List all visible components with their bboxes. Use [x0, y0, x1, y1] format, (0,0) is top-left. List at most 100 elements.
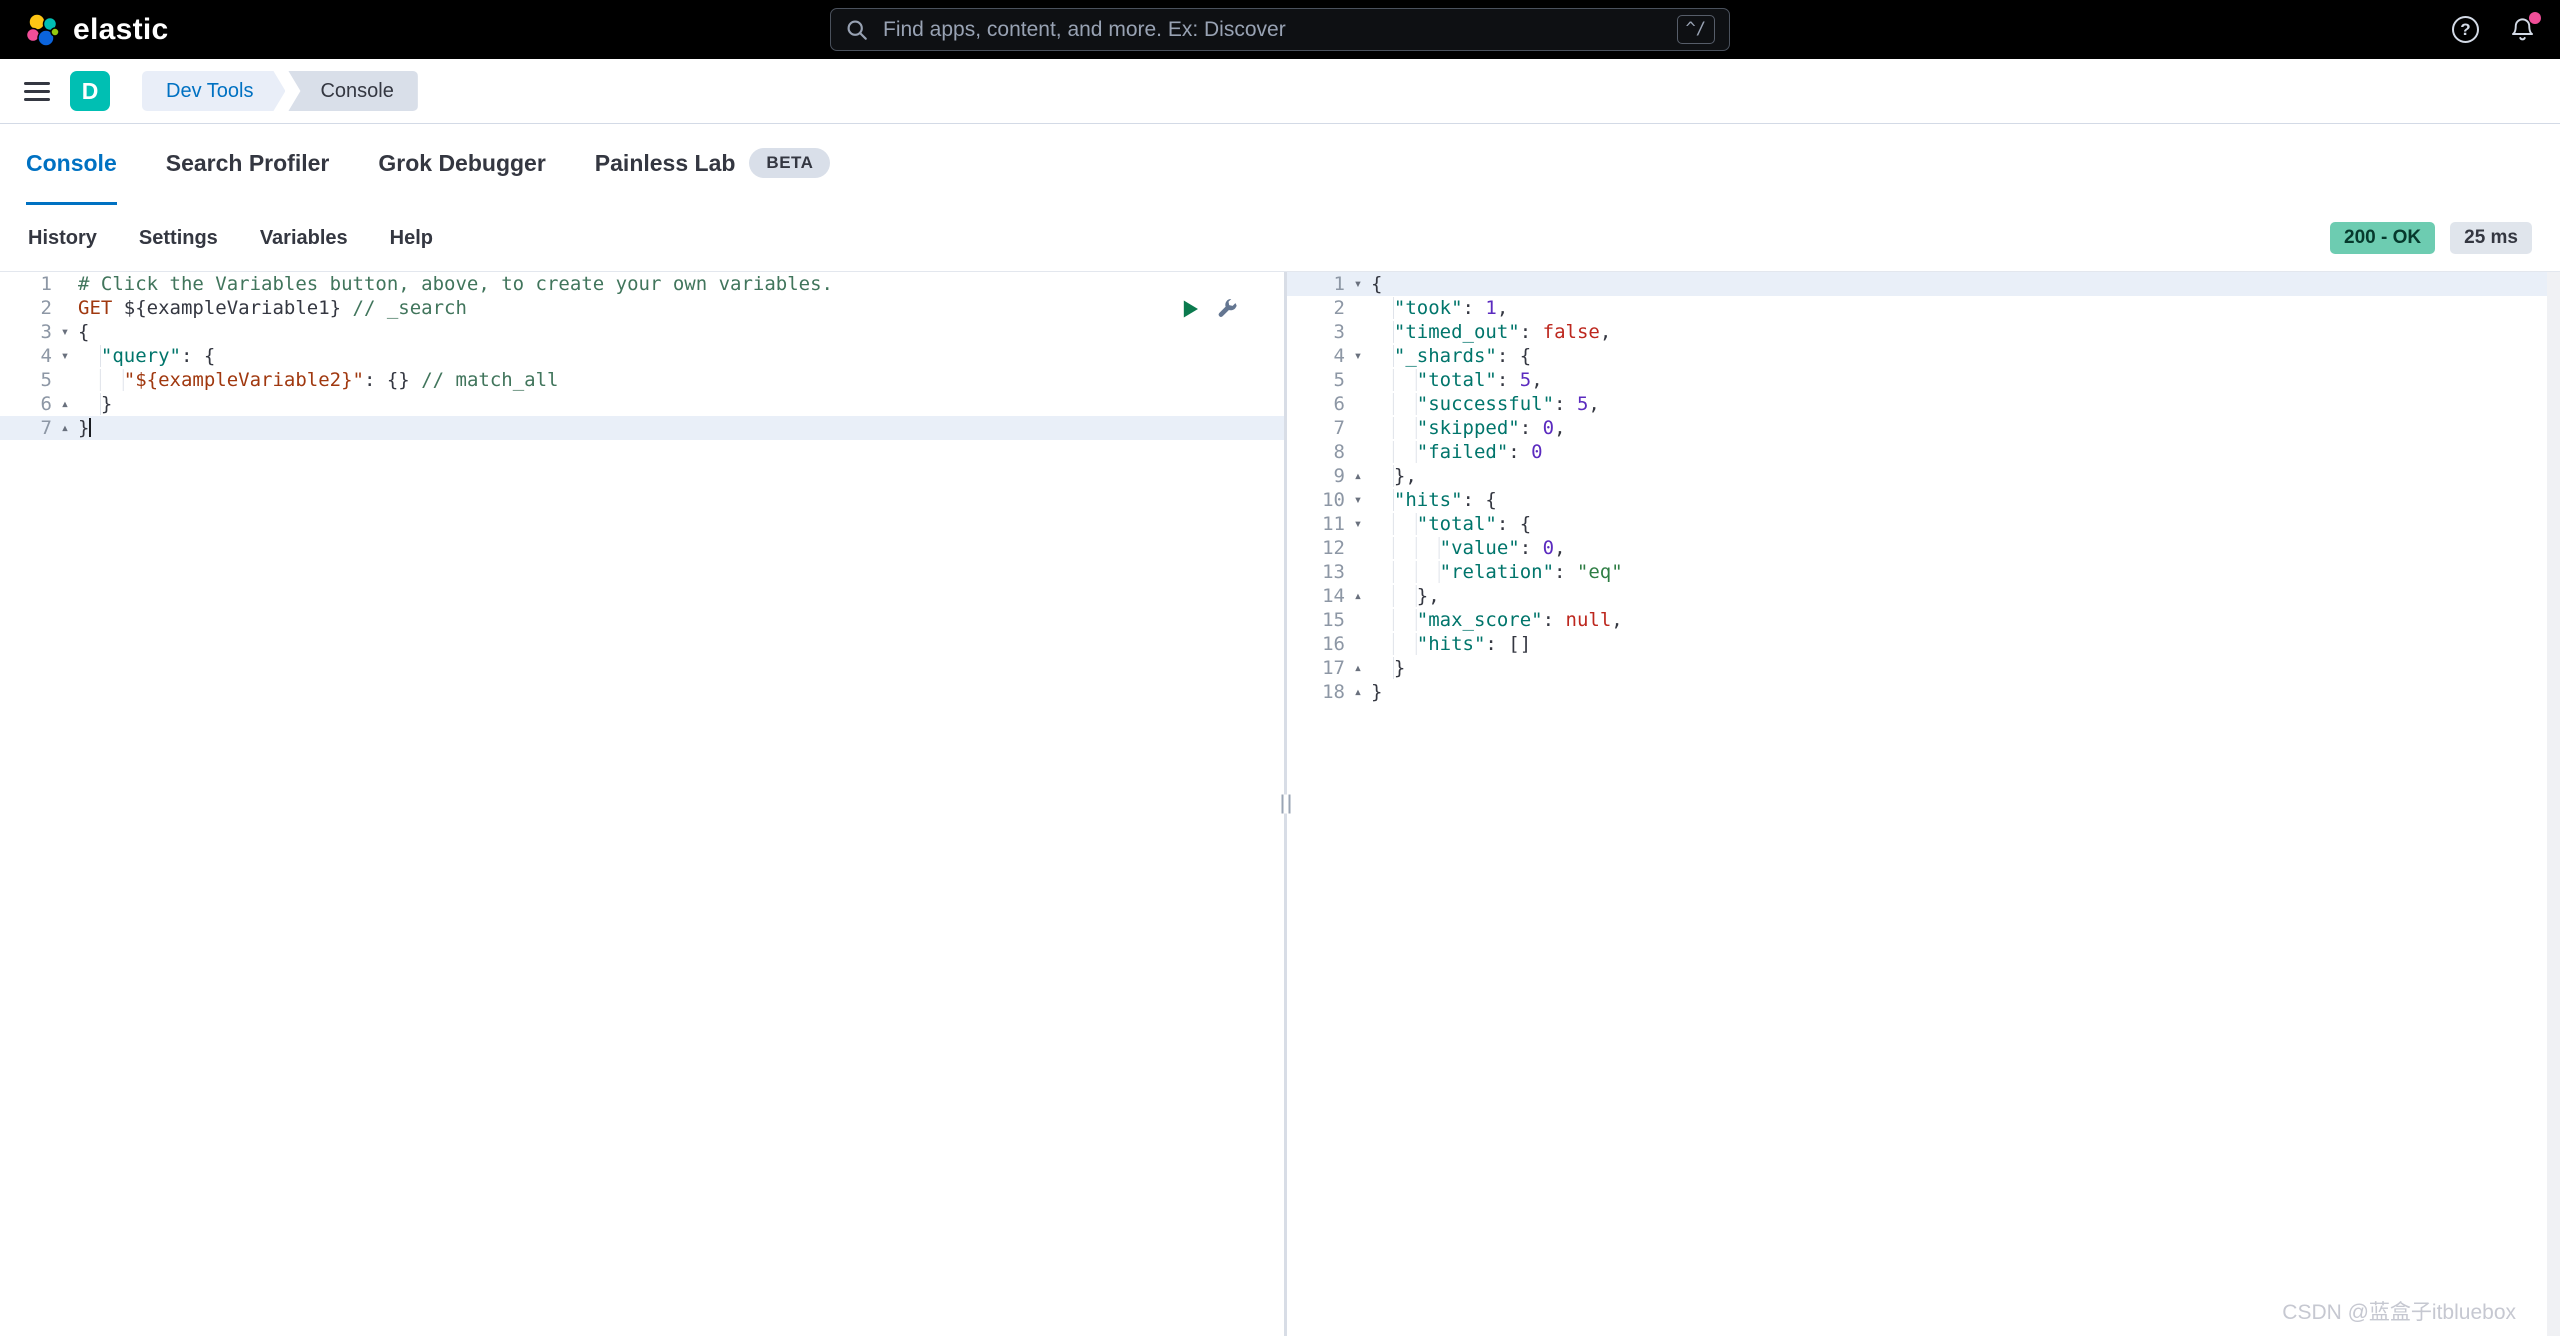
fold-up-icon[interactable]: ▴ — [1345, 680, 1371, 704]
code-line-8: 8 "failed": 0 — [1287, 440, 2560, 464]
code-line-12: 12 "value": 0, — [1287, 536, 2560, 560]
code-line-5: 5 "total": 5, — [1287, 368, 2560, 392]
code-text: } — [1371, 680, 2560, 704]
brand-wordmark: elastic — [73, 13, 169, 47]
gutter: 7▴ — [0, 416, 78, 440]
help-icon[interactable]: ? — [2452, 16, 2479, 43]
fold-down-icon[interactable]: ▾ — [1345, 344, 1371, 368]
notifications-button[interactable] — [2509, 16, 2536, 43]
line-number: 10 — [1287, 488, 1345, 512]
tab-console[interactable]: Console — [26, 124, 117, 205]
code-line-4[interactable]: 4▾ "query": { — [0, 344, 1284, 368]
variables-button[interactable]: Variables — [260, 227, 348, 250]
code-line-5[interactable]: 5 "${exampleVariable2}": {} // match_all — [0, 368, 1284, 392]
code-line-1[interactable]: 1# Click the Variables button, above, to… — [0, 272, 1284, 296]
code-text: } — [78, 416, 1284, 440]
global-search: ^/ — [830, 8, 1730, 51]
fold-up-icon[interactable]: ▴ — [52, 392, 78, 416]
code-line-2[interactable]: 2GET ${exampleVariable1} // _search — [0, 296, 1284, 320]
tab-grok-debugger[interactable]: Grok Debugger — [378, 124, 545, 205]
code-line-3[interactable]: 3▾{ — [0, 320, 1284, 344]
help-button[interactable]: Help — [390, 227, 433, 250]
code-text: }, — [1371, 464, 2560, 488]
breadcrumb-console[interactable]: Console — [288, 71, 417, 111]
global-search-box[interactable]: ^/ — [830, 8, 1730, 51]
fold-up-icon[interactable]: ▴ — [1345, 584, 1371, 608]
tab-painless-lab-label: Painless Lab — [595, 150, 736, 177]
fold-spacer — [1345, 392, 1371, 416]
code-line-6: 6 "successful": 5, — [1287, 392, 2560, 416]
menu-icon[interactable] — [22, 78, 52, 105]
deployment-badge[interactable]: D — [70, 71, 110, 111]
gutter: 18▴ — [1287, 680, 1371, 704]
gutter: 11▾ — [1287, 512, 1371, 536]
line-number: 3 — [1287, 320, 1345, 344]
fold-spacer — [52, 368, 78, 392]
fold-up-icon[interactable]: ▴ — [1345, 464, 1371, 488]
response-scrollbar[interactable] — [2547, 272, 2560, 1336]
code-text: "timed_out": false, — [1371, 320, 2560, 344]
code-line-6[interactable]: 6▴ } — [0, 392, 1284, 416]
fold-spacer — [1345, 368, 1371, 392]
code-text: "value": 0, — [1371, 536, 2560, 560]
gutter: 9▴ — [1287, 464, 1371, 488]
code-text: } — [78, 392, 1284, 416]
code-text: "total": { — [1371, 512, 2560, 536]
wrench-icon — [1216, 298, 1238, 320]
send-request-button[interactable] — [1178, 297, 1201, 320]
header-actions: ? — [2452, 16, 2536, 43]
response-time-badge: 25 ms — [2450, 222, 2532, 254]
line-number: 9 — [1287, 464, 1345, 488]
csdn-watermark: CSDN @蓝盒子itbluebox — [2282, 1296, 2516, 1326]
gutter: 16 — [1287, 632, 1371, 656]
code-text: "hits": { — [1371, 488, 2560, 512]
elastic-brand[interactable]: elastic — [24, 12, 169, 48]
gutter: 5 — [1287, 368, 1371, 392]
request-options-button[interactable] — [1215, 297, 1238, 320]
fold-up-icon[interactable]: ▴ — [1345, 656, 1371, 680]
fold-down-icon[interactable]: ▾ — [52, 344, 78, 368]
history-button[interactable]: History — [28, 227, 97, 250]
fold-spacer — [1345, 320, 1371, 344]
code-text: "hits": [] — [1371, 632, 2560, 656]
line-number: 3 — [0, 320, 52, 344]
code-line-7[interactable]: 7▴} — [0, 416, 1284, 440]
fold-down-icon[interactable]: ▾ — [1345, 512, 1371, 536]
line-number: 18 — [1287, 680, 1345, 704]
fold-down-icon[interactable]: ▾ — [1345, 272, 1371, 296]
fold-down-icon[interactable]: ▾ — [1345, 488, 1371, 512]
global-search-input[interactable] — [881, 17, 1665, 43]
fold-up-icon[interactable]: ▴ — [52, 416, 78, 440]
fold-down-icon[interactable]: ▾ — [52, 320, 78, 344]
code-text: { — [78, 320, 1284, 344]
settings-button[interactable]: Settings — [139, 227, 218, 250]
gutter: 6▴ — [0, 392, 78, 416]
gutter: 6 — [1287, 392, 1371, 416]
code-text: } — [1371, 656, 2560, 680]
code-text: "successful": 5, — [1371, 392, 2560, 416]
fold-spacer — [1345, 608, 1371, 632]
line-number: 8 — [1287, 440, 1345, 464]
line-number: 14 — [1287, 584, 1345, 608]
code-text: "failed": 0 — [1371, 440, 2560, 464]
tab-search-profiler[interactable]: Search Profiler — [166, 124, 330, 205]
code-line-2: 2 "took": 1, — [1287, 296, 2560, 320]
response-pane[interactable]: 1▾{2 "took": 1,3 "timed_out": false,4▾ "… — [1287, 272, 2560, 1336]
line-number: 17 — [1287, 656, 1345, 680]
gutter: 10▾ — [1287, 488, 1371, 512]
code-text: GET ${exampleVariable1} // _search — [78, 296, 1284, 320]
gutter: 4▾ — [0, 344, 78, 368]
play-icon — [1179, 298, 1201, 320]
tab-console-label: Console — [26, 150, 117, 177]
code-text: "query": { — [78, 344, 1284, 368]
code-line-1: 1▾{ — [1287, 272, 2560, 296]
request-pane[interactable]: 1# Click the Variables button, above, to… — [0, 272, 1284, 1336]
fold-spacer — [1345, 536, 1371, 560]
line-number: 6 — [1287, 392, 1345, 416]
line-number: 4 — [0, 344, 52, 368]
line-number: 6 — [0, 392, 52, 416]
tab-painless-lab[interactable]: Painless Lab BETA — [595, 124, 831, 205]
code-text: "skipped": 0, — [1371, 416, 2560, 440]
breadcrumb-dev-tools[interactable]: Dev Tools — [142, 71, 285, 111]
line-number: 7 — [1287, 416, 1345, 440]
